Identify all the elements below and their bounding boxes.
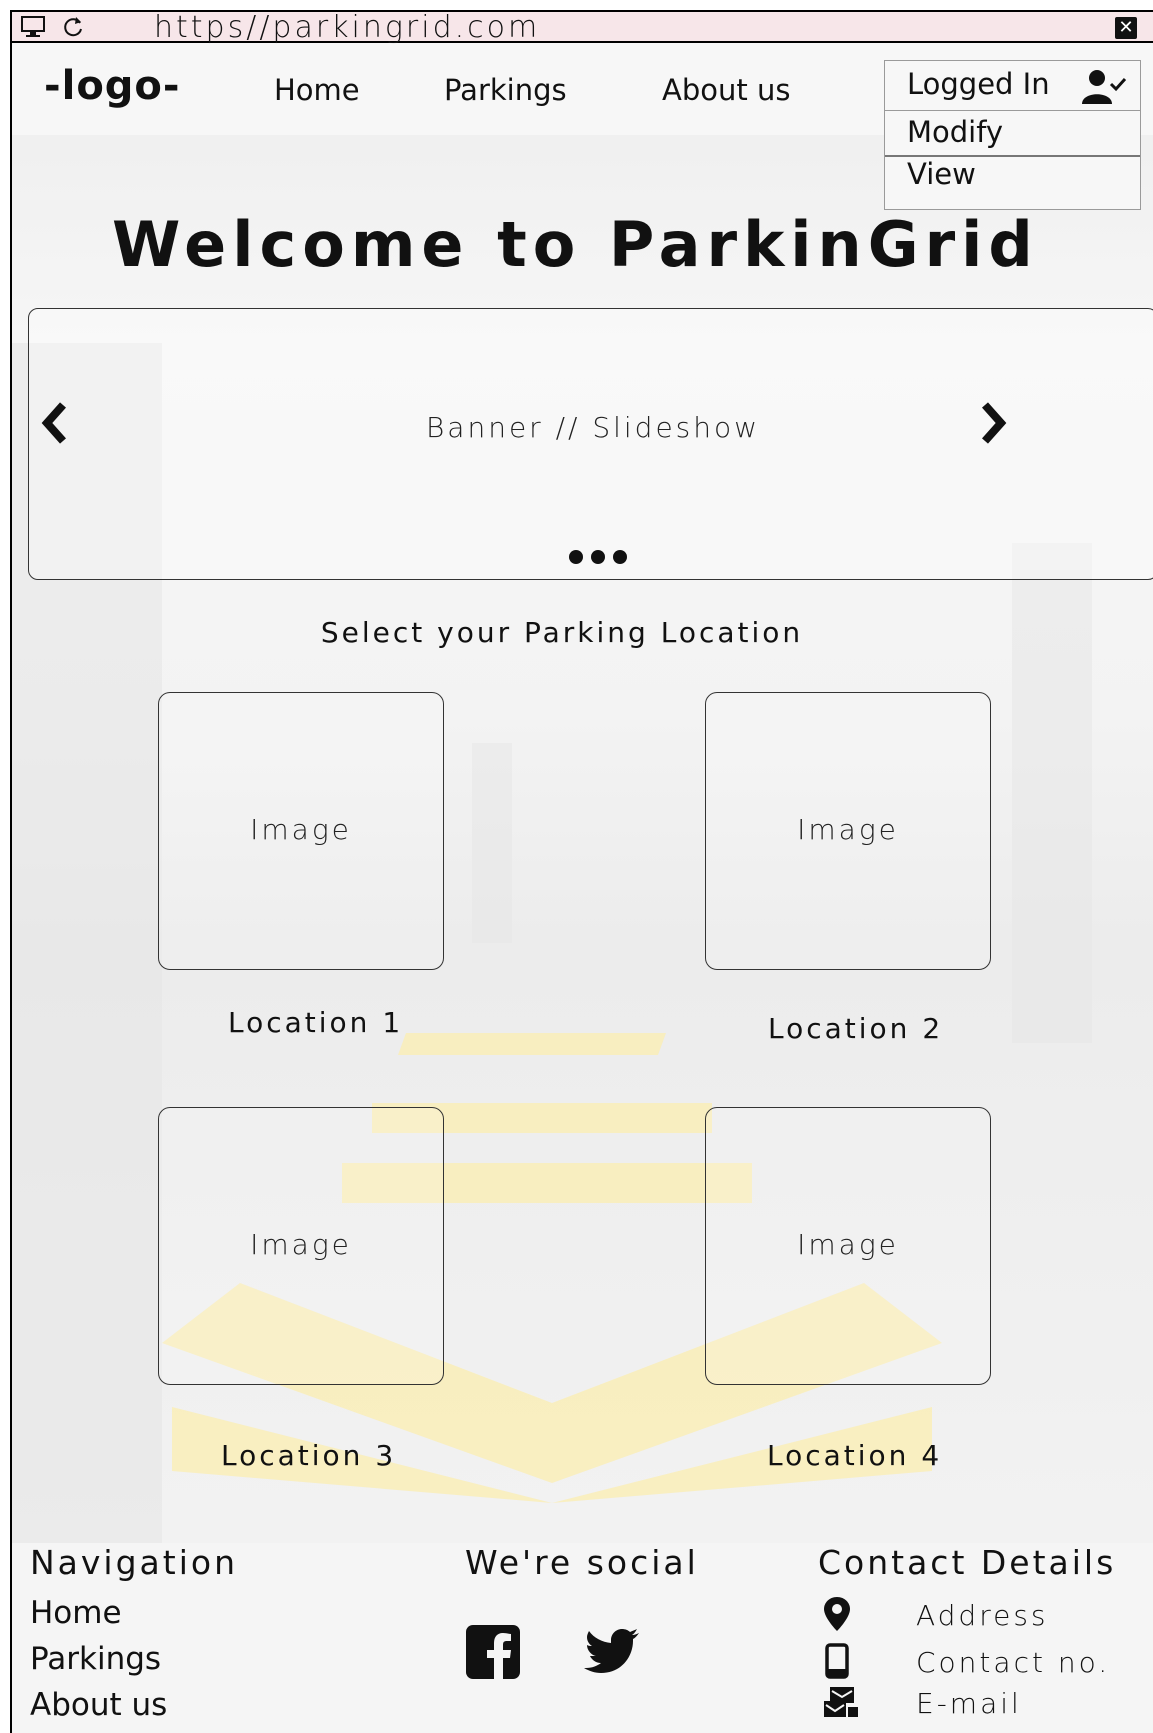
location-pin-icon (824, 1597, 850, 1631)
page-title: Welcome to ParkinGrid (112, 208, 1039, 281)
location-name-1[interactable]: Location 1 (228, 1006, 403, 1039)
contact-address[interactable]: Address (916, 1599, 1049, 1632)
facebook-icon[interactable] (466, 1625, 520, 1679)
contact-email[interactable]: E-mail (916, 1687, 1022, 1720)
footer-link-about-us[interactable]: About us (30, 1687, 167, 1723)
location-card-2[interactable]: Image (705, 692, 991, 970)
footer: Navigation Home Parkings About us We're … (12, 1543, 1153, 1733)
location-name-4[interactable]: Location 4 (767, 1439, 942, 1472)
image-placeholder: Image (250, 1228, 352, 1261)
browser-bar: https//parkingrid.com ✕ (12, 12, 1153, 45)
url-bar[interactable]: https//parkingrid.com (154, 12, 540, 45)
close-button[interactable]: ✕ (1115, 17, 1137, 39)
footer-link-home[interactable]: Home (30, 1595, 122, 1631)
twitter-icon[interactable] (584, 1627, 640, 1677)
contact-number[interactable]: Contact no. (916, 1646, 1110, 1679)
banner-slideshow: Banner // Slideshow (28, 308, 1153, 580)
footer-social-title: We're social (465, 1543, 699, 1582)
account-dropdown: Logged In Modify View (884, 60, 1141, 210)
nav-parkings[interactable]: Parkings (444, 73, 567, 107)
user-check-icon (1082, 70, 1127, 104)
footer-contact-title: Contact Details (818, 1543, 1117, 1582)
image-placeholder: Image (797, 813, 899, 846)
phone-icon (825, 1643, 849, 1679)
image-placeholder: Image (797, 1228, 899, 1261)
chevron-right-icon[interactable] (979, 401, 1009, 445)
location-card-3[interactable]: Image (158, 1107, 444, 1385)
menu-item-view[interactable]: View (885, 157, 1140, 209)
location-name-2[interactable]: Location 2 (768, 1012, 943, 1045)
menu-item-modify[interactable]: Modify (885, 111, 1140, 157)
slide-indicator[interactable] (569, 549, 635, 568)
footer-link-parkings[interactable]: Parkings (30, 1641, 161, 1677)
location-card-4[interactable]: Image (705, 1107, 991, 1385)
monitor-icon[interactable] (20, 15, 46, 39)
account-label: Logged In (907, 67, 1050, 101)
logo[interactable]: -logo- (44, 63, 181, 109)
footer-navigation-title: Navigation (30, 1543, 238, 1582)
location-card-1[interactable]: Image (158, 692, 444, 970)
nav-home[interactable]: Home (274, 73, 360, 107)
nav-about-us[interactable]: About us (662, 73, 790, 107)
image-placeholder: Image (250, 813, 352, 846)
section-title: Select your Parking Location (320, 616, 804, 649)
refresh-icon[interactable] (62, 15, 86, 39)
browser-window: https//parkingrid.com ✕ -logo- Home Park… (10, 10, 1153, 1733)
account-button[interactable]: Logged In (885, 61, 1140, 111)
location-name-3[interactable]: Location 3 (221, 1439, 396, 1472)
mail-icon (824, 1687, 858, 1717)
